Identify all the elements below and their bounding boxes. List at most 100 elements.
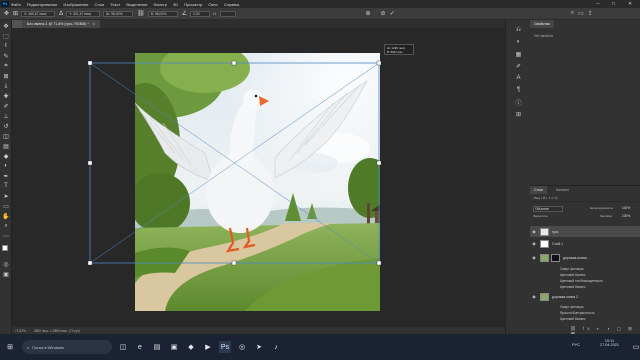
language-indicator[interactable]: РУС	[572, 342, 580, 347]
telegram-icon[interactable]: ➤	[253, 341, 265, 353]
link-icon[interactable]: ⛓	[137, 10, 145, 17]
menu-type[interactable]: Текст	[110, 2, 120, 7]
menu-help[interactable]: Справка	[224, 2, 240, 7]
layer-row[interactable]: ◉ Слой 1	[530, 238, 640, 249]
frame-tool-icon[interactable]: ⊠	[2, 72, 10, 80]
warp-icon[interactable]: ⊕	[366, 10, 371, 17]
maximize-button[interactable]: □	[612, 1, 615, 7]
task-view-icon[interactable]: ◫	[117, 341, 129, 353]
path-select-tool-icon[interactable]: ➤	[2, 192, 10, 200]
navigator-icon[interactable]: ⊞	[514, 110, 523, 118]
fill-field[interactable]: 100%	[622, 214, 630, 218]
tab-layers[interactable]: Слои	[530, 186, 547, 194]
windows-taskbar: ⊞ ⌕ Поиск в Windows ◫ e ▤ ▣ ◆ ▶ Ps ◎ ➤ ♪…	[0, 334, 640, 360]
windows-start-icon[interactable]: ⊞	[4, 341, 16, 353]
layer-row[interactable]: ◉ дорожка-копия...	[530, 252, 640, 263]
move-tool-icon[interactable]: ✥	[4, 10, 9, 17]
healing-tool-icon[interactable]: ✚	[2, 92, 10, 100]
quick-select-tool-icon[interactable]: ✎	[2, 52, 10, 60]
eraser-tool-icon[interactable]: ◫	[2, 132, 10, 140]
quick-mask-icon[interactable]: ◎	[2, 260, 10, 268]
notifications-icon[interactable]: ▭	[630, 341, 640, 353]
layer-row[interactable]: ◉ дорожка копия 2	[530, 291, 640, 302]
delta-icon[interactable]: Δ	[59, 11, 63, 17]
height-field[interactable]: В: 96,00%	[147, 10, 178, 17]
move-tool-icon[interactable]: ✥	[2, 22, 10, 30]
minimize-button[interactable]: ─	[596, 1, 600, 7]
zoom-level[interactable]: 71,82%	[15, 329, 26, 333]
workspace-icon[interactable]: ▭	[578, 10, 584, 17]
photoshop-taskbar-icon[interactable]: Ps	[219, 341, 231, 353]
menu-edit[interactable]: Редактирование	[27, 2, 57, 7]
history-icon[interactable]: ⎌	[514, 26, 523, 34]
tab-channels[interactable]: Каналы	[552, 186, 573, 194]
brush-settings-icon[interactable]: ✐	[514, 62, 523, 70]
file-explorer-icon[interactable]: ▤	[151, 341, 163, 353]
visibility-eye-icon[interactable]: ◉	[530, 255, 538, 260]
type-tool-icon[interactable]: T	[2, 182, 10, 190]
search-icon[interactable]: ⌕	[571, 10, 574, 17]
music-icon[interactable]: ♪	[270, 341, 282, 353]
stamp-tool-icon[interactable]: ⊥	[2, 112, 10, 120]
tab-close-icon[interactable]: ×	[93, 22, 95, 26]
x-field[interactable]: X: 460,57 пикс	[21, 10, 56, 17]
blur-tool-icon[interactable]: ◆	[2, 152, 10, 160]
foreground-color-swatch[interactable]	[2, 245, 8, 251]
menu-view[interactable]: Просмотр	[184, 2, 202, 7]
pen-tool-icon[interactable]: ✒	[2, 172, 10, 180]
lasso-tool-icon[interactable]: ℓ	[2, 42, 10, 50]
opacity-field[interactable]: 100%	[622, 206, 630, 210]
visibility-eye-icon[interactable]: ◉	[530, 241, 538, 246]
effect-item[interactable]: Цветовой баланс	[530, 316, 640, 322]
screen-mode-icon[interactable]: ▣	[2, 270, 10, 278]
history-brush-tool-icon[interactable]: ↺	[2, 122, 10, 130]
check-icon[interactable]: ✓	[390, 10, 395, 17]
cancel-icon[interactable]: ⊘	[381, 10, 386, 17]
app-icon[interactable]: ◆	[185, 341, 197, 353]
interpolation-select[interactable]	[219, 10, 236, 17]
zoom-tool-icon[interactable]: ⌕	[2, 222, 10, 230]
blend-mode-select[interactable]: Обычные	[533, 206, 563, 212]
dodge-tool-icon[interactable]: ◐	[2, 162, 10, 170]
crop-tool-icon[interactable]: ⌗	[2, 62, 10, 70]
close-button[interactable]: ✕	[628, 1, 632, 7]
menu-file[interactable]: Файл	[11, 2, 21, 7]
info-icon[interactable]: ⓘ	[514, 98, 523, 107]
visibility-eye-icon[interactable]: ◉	[530, 229, 538, 234]
adjustments-icon[interactable]: ◐	[514, 38, 523, 46]
tab-properties[interactable]: Свойства	[530, 20, 554, 28]
paragraph-icon[interactable]: ¶	[514, 86, 523, 94]
store-icon[interactable]: ▣	[168, 341, 180, 353]
hand-tool-icon[interactable]: ✋	[2, 212, 10, 220]
width-field[interactable]: Ш: 96,00%	[103, 10, 134, 17]
chrome-icon[interactable]: ◎	[236, 341, 248, 353]
canvas-image[interactable]	[135, 53, 380, 311]
edge-icon[interactable]: e	[134, 341, 146, 353]
character-icon[interactable]: A	[514, 74, 523, 82]
taskbar-search[interactable]: ⌕ Поиск в Windows	[22, 340, 112, 354]
y-field[interactable]: Y: 401,47 пикс	[66, 10, 101, 17]
layer-filter-row[interactable]: ⌕ Вид ▾ ▣ ◐ T ▭ ⎘	[532, 196, 638, 202]
gradient-tool-icon[interactable]: ▤	[2, 142, 10, 150]
document-tab[interactable]: Без имени-1 @ 71,8% (гусь, RGB/8) * ×	[22, 20, 100, 28]
clock[interactable]: 19:11 27.04.2021	[600, 339, 619, 347]
effect-item[interactable]: Цветовой баланс	[530, 284, 640, 290]
reference-point-icon[interactable]: ⊞	[13, 10, 18, 17]
menu-filter[interactable]: Фильтр	[154, 2, 167, 7]
eyedropper-tool-icon[interactable]: ⤓	[2, 82, 10, 90]
brush-tool-icon[interactable]: ✐	[2, 102, 10, 110]
media-icon[interactable]: ▶	[202, 341, 214, 353]
share-icon[interactable]: ⇪	[588, 10, 593, 17]
layer-row[interactable]: ◉ гусь	[530, 226, 640, 237]
more-tools-icon[interactable]: ⋯	[2, 232, 10, 240]
menu-window[interactable]: Окно	[208, 2, 217, 7]
marquee-tool-icon[interactable]: ⬚	[2, 32, 10, 40]
menu-3d[interactable]: 3D	[173, 2, 178, 7]
swatches-icon[interactable]: ▦	[514, 50, 523, 58]
menu-select[interactable]: Выделение	[126, 2, 147, 7]
visibility-eye-icon[interactable]: ◉	[530, 294, 538, 299]
menu-layer[interactable]: Слои	[95, 2, 105, 7]
shape-tool-icon[interactable]: ▭	[2, 202, 10, 210]
menu-image[interactable]: Изображение	[63, 2, 88, 7]
angle-field[interactable]: 0,00	[190, 10, 211, 17]
